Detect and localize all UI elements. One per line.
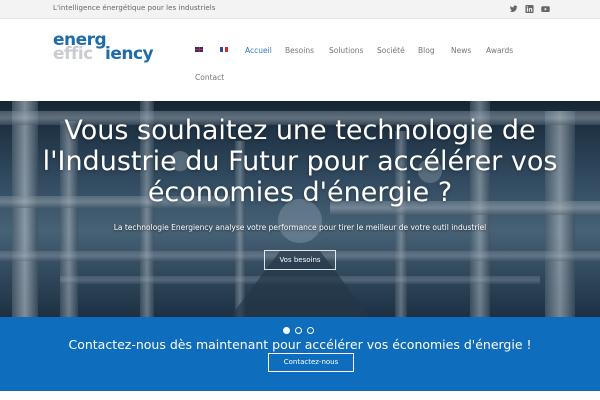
hero-subtitle: La technologie Energiency analyse votre … [113,223,487,232]
nav-item-societe[interactable]: Société [377,46,405,55]
slider-dot-3[interactable] [307,327,314,334]
slider-dot-1[interactable] [283,327,290,334]
top-bar: L'intelligence énergétique pour les indu… [0,0,600,19]
nav-item-news[interactable]: News [451,46,471,55]
page-bottom [0,391,600,400]
slider-dot-2[interactable] [295,327,302,334]
site-header: energ effic iency Accueil Besoins Soluti… [0,19,600,101]
youtube-icon[interactable] [541,4,550,14]
contact-band: Contactez-nous dès maintenant pour accél… [0,317,600,391]
nav-item-blog[interactable]: Blog [418,46,435,55]
nav-item-solutions[interactable]: Solutions [329,46,363,55]
hero-slider: Vous souhaitez une technologie de l'Indu… [0,101,600,317]
slider-pagination [283,327,314,334]
logo[interactable]: energ effic iency [53,31,168,65]
hero-title: Vous souhaitez une technologie de l'Indu… [42,115,558,208]
social-links [509,4,550,14]
needs-button[interactable]: Vos besoins [264,250,336,270]
nav-item-besoins[interactable]: Besoins [285,46,314,55]
flag-fr-icon[interactable] [220,47,229,52]
cta-text: Contactez-nous dès maintenant pour accél… [68,337,532,352]
nav-item-contact[interactable]: Contact [195,73,224,82]
twitter-icon[interactable] [509,4,518,14]
flag-uk-icon[interactable] [195,47,203,52]
tagline: L'intelligence énergétique pour les indu… [53,4,216,12]
nav-item-awards[interactable]: Awards [486,46,513,55]
contact-button[interactable]: Contactez-nous [268,353,354,372]
logo-line2: iency [105,44,154,64]
logo-ghost-text: effic [53,44,93,64]
linkedin-icon[interactable] [525,4,534,14]
nav-item-accueil[interactable]: Accueil [245,46,272,55]
